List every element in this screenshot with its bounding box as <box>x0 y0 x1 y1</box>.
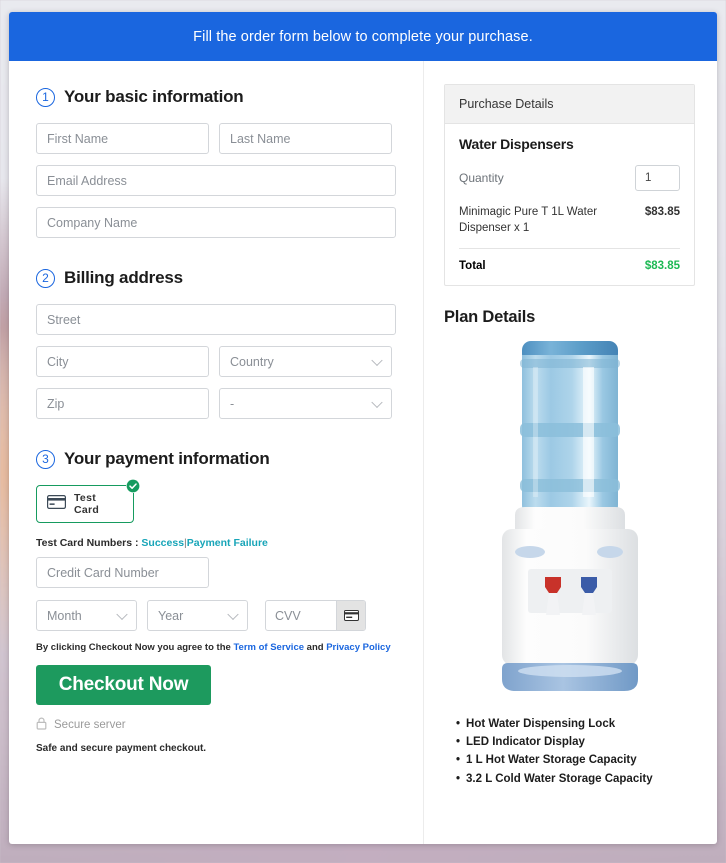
cvv-card-icon <box>336 601 365 630</box>
zip-input[interactable]: Zip <box>36 388 209 419</box>
success-card-link[interactable]: Success <box>141 537 184 549</box>
section-title-basic-information: Your basic information <box>64 87 244 106</box>
list-item: 1 L Hot Water Storage Capacity <box>456 751 695 769</box>
zip-state-row: Zip - <box>36 388 396 419</box>
water-dispenser-product-image <box>475 337 665 707</box>
quantity-input[interactable]: 1 <box>635 165 680 191</box>
chevron-down-icon <box>227 608 239 620</box>
terms-and: and <box>306 642 324 653</box>
summary-column: Purchase Details Water Dispensers Quanti… <box>424 61 717 844</box>
expiry-year-value: Year <box>158 608 184 623</box>
list-item: Hot Water Dispensing Lock <box>456 715 695 733</box>
chevron-down-icon <box>371 354 383 366</box>
test-card-numbers-line: Test Card Numbers : Success|Payment Fail… <box>36 537 396 549</box>
first-name-placeholder: First Name <box>47 131 109 146</box>
quantity-row: Quantity 1 <box>459 165 680 191</box>
lock-icon <box>36 717 47 733</box>
list-item: LED Indicator Display <box>456 733 695 751</box>
total-amount: $83.85 <box>644 260 680 273</box>
term-of-service-link[interactable]: Term of Service <box>233 642 304 653</box>
section-title-billing-address: Billing address <box>64 268 183 287</box>
street-row: Street <box>36 304 396 335</box>
checkout-body: 1 Your basic information First Name Last… <box>9 61 717 844</box>
expiry-month-select[interactable]: Month <box>36 600 137 631</box>
section-header-basic-information: 1 Your basic information <box>36 87 396 107</box>
page-banner: Fill the order form below to complete yo… <box>9 12 717 61</box>
last-name-placeholder: Last Name <box>230 131 291 146</box>
purchase-details-header: Purchase Details <box>445 85 694 124</box>
credit-card-row: Credit Card Number <box>36 557 396 588</box>
total-row: Total $83.85 <box>459 249 680 272</box>
country-selected-value: Country <box>230 354 274 369</box>
state-select[interactable]: - <box>219 388 392 419</box>
line-item-description: Minimagic Pure T 1L Water Dispenser x 1 <box>459 206 598 234</box>
checkout-card: Fill the order form below to complete yo… <box>9 12 717 844</box>
credit-card-icon <box>47 494 66 514</box>
product-category-title: Water Dispensers <box>459 136 574 152</box>
list-item: 3.2 L Cold Water Storage Capacity <box>456 770 695 788</box>
city-country-row: City Country <box>36 346 396 377</box>
total-label: Total <box>459 260 486 273</box>
safe-checkout-note: Safe and secure payment checkout. <box>36 743 207 754</box>
test-card-option[interactable]: Test Card <box>36 479 140 523</box>
street-placeholder: Street <box>47 312 81 327</box>
name-row: First Name Last Name <box>36 123 396 154</box>
zip-placeholder: Zip <box>47 396 65 411</box>
expiry-cvv-row: Month Year CVV <box>36 600 396 631</box>
last-name-input[interactable]: Last Name <box>219 123 392 154</box>
section-header-billing-address: 2 Billing address <box>36 268 396 288</box>
country-select[interactable]: Country <box>219 346 392 377</box>
first-name-input[interactable]: First Name <box>36 123 209 154</box>
line-item-row: Minimagic Pure T 1L Water Dispenser x 1 … <box>459 205 680 250</box>
cvv-field[interactable]: CVV <box>265 600 366 631</box>
terms-agreement-text: By clicking Checkout Now you agree to th… <box>36 642 396 653</box>
company-row: Company Name <box>36 207 396 238</box>
privacy-policy-link[interactable]: Privacy Policy <box>326 642 390 653</box>
secure-server-label: Secure server <box>54 719 126 731</box>
email-placeholder: Email Address <box>47 173 127 188</box>
cvv-placeholder: CVV <box>275 608 301 623</box>
step-number-1: 1 <box>36 87 55 107</box>
terms-prefix: By clicking Checkout Now you agree to th… <box>36 642 231 653</box>
purchase-details-body: Water Dispensers Quantity 1 Minimagic Pu… <box>445 124 694 285</box>
city-placeholder: City <box>47 354 69 369</box>
purchase-details-panel: Purchase Details Water Dispensers Quanti… <box>444 84 695 287</box>
email-input[interactable]: Email Address <box>36 165 396 196</box>
payment-failure-card-link[interactable]: Payment Failure <box>187 537 268 549</box>
credit-card-number-input[interactable]: Credit Card Number <box>36 557 209 588</box>
chevron-down-icon <box>371 396 383 408</box>
selected-check-icon <box>126 479 140 493</box>
checkout-now-button[interactable]: Checkout Now <box>36 665 211 705</box>
form-column: 1 Your basic information First Name Last… <box>9 61 424 844</box>
banner-text: Fill the order form below to complete yo… <box>193 28 533 45</box>
quantity-label: Quantity <box>459 171 504 185</box>
street-input[interactable]: Street <box>36 304 396 335</box>
email-row: Email Address <box>36 165 396 196</box>
test-card-numbers-label: Test Card Numbers : <box>36 537 139 549</box>
product-feature-list: Hot Water Dispensing Lock LED Indicator … <box>456 715 695 788</box>
chevron-down-icon <box>116 608 128 620</box>
expiry-year-select[interactable]: Year <box>147 600 248 631</box>
section-header-payment-information: 3 Your payment information <box>36 449 396 469</box>
state-selected-value: - <box>230 396 235 411</box>
city-input[interactable]: City <box>36 346 209 377</box>
plan-details-title: Plan Details <box>444 308 536 327</box>
section-title-payment-information: Your payment information <box>64 449 270 468</box>
step-number-3: 3 <box>36 449 55 469</box>
company-name-input[interactable]: Company Name <box>36 207 396 238</box>
line-item-price: $83.85 <box>644 206 680 218</box>
credit-card-number-placeholder: Credit Card Number <box>47 565 159 580</box>
expiry-month-value: Month <box>47 608 82 623</box>
test-card-label: Test Card <box>74 492 100 516</box>
secure-server-note: Secure server <box>36 717 396 733</box>
step-number-2: 2 <box>36 268 55 288</box>
company-name-placeholder: Company Name <box>47 215 138 230</box>
